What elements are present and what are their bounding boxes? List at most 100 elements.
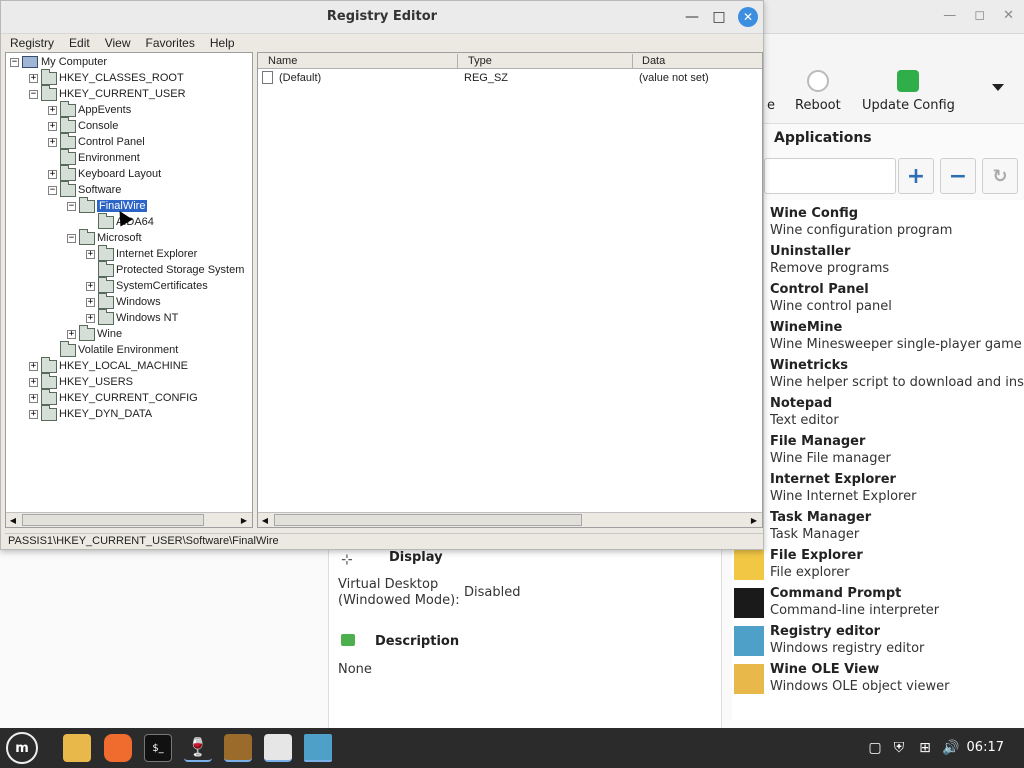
expand-icon[interactable]: + bbox=[86, 281, 95, 291]
network-icon[interactable]: ⊞ bbox=[916, 739, 934, 757]
scroll-left-icon[interactable]: ◀ bbox=[258, 513, 272, 527]
scroll-right-icon[interactable]: ▶ bbox=[747, 513, 761, 527]
remove-application-button[interactable]: − bbox=[940, 158, 976, 194]
menu-favorites[interactable]: Favorites bbox=[136, 34, 200, 52]
expand-icon[interactable]: + bbox=[86, 297, 95, 307]
values-scroll-thumb[interactable] bbox=[274, 514, 582, 526]
list-item[interactable]: Wine Config Wine configuration program bbox=[770, 206, 1024, 244]
list-item[interactable]: Registry editor Windows registry editor bbox=[770, 624, 1024, 662]
reboot-icon bbox=[806, 70, 829, 92]
expand-icon[interactable]: + bbox=[29, 361, 38, 371]
expand-icon[interactable]: + bbox=[86, 249, 95, 259]
files-icon[interactable] bbox=[63, 734, 91, 762]
virtual-desktop-value: Disabled bbox=[464, 585, 521, 600]
menu-start-icon[interactable]: m bbox=[6, 732, 38, 764]
collapse-icon[interactable]: − bbox=[67, 201, 76, 211]
display-header: Display bbox=[389, 550, 443, 565]
expand-icon[interactable]: + bbox=[29, 73, 38, 83]
list-item[interactable]: Task Manager Task Manager bbox=[770, 510, 1024, 548]
terminal-icon[interactable]: $_ bbox=[144, 734, 172, 762]
list-item[interactable]: Notepad Text editor bbox=[770, 396, 1024, 434]
tree-node[interactable]: + HKEY_CURRENT_CONFIG bbox=[29, 388, 198, 406]
dropdown-arrow-icon[interactable] bbox=[992, 84, 1004, 91]
scroll-right-icon[interactable]: ▶ bbox=[237, 513, 251, 527]
tree-node[interactable]: Volatile Environment bbox=[48, 340, 178, 358]
tree-node[interactable]: + HKEY_LOCAL_MACHINE bbox=[29, 356, 188, 374]
firefox-icon[interactable] bbox=[104, 734, 132, 762]
folder-icon bbox=[60, 100, 76, 117]
wine-glasses-icon[interactable]: 🍷 bbox=[184, 734, 212, 762]
column-type[interactable]: Type bbox=[468, 55, 492, 67]
collapse-icon[interactable]: − bbox=[67, 233, 76, 243]
maximize-button[interactable]: □ bbox=[709, 7, 729, 27]
menu-edit[interactable]: Edit bbox=[59, 34, 95, 52]
tree-node[interactable]: + Wine bbox=[67, 324, 122, 342]
expand-icon[interactable]: + bbox=[48, 169, 57, 179]
expand-icon[interactable]: + bbox=[48, 137, 57, 147]
tree-node[interactable]: + Console bbox=[48, 116, 118, 134]
expand-icon[interactable]: + bbox=[86, 313, 95, 323]
collapse-icon[interactable]: − bbox=[10, 57, 19, 67]
expand-icon[interactable]: + bbox=[48, 121, 57, 131]
tree-node[interactable]: + HKEY_CLASSES_ROOT bbox=[29, 68, 184, 86]
list-item[interactable]: Control Panel Wine control panel bbox=[770, 282, 1024, 320]
list-item[interactable]: Winetricks Wine helper script to download… bbox=[770, 358, 1024, 396]
volume-icon[interactable]: 🔊 bbox=[942, 739, 960, 757]
tree-node[interactable]: − My Computer bbox=[10, 54, 107, 70]
wine-notepad-icon[interactable] bbox=[264, 734, 292, 762]
expand-icon[interactable]: + bbox=[29, 377, 38, 387]
column-data[interactable]: Data bbox=[642, 55, 665, 67]
minimize-button[interactable]: — bbox=[682, 7, 702, 27]
applications-search-input[interactable] bbox=[764, 158, 896, 194]
tree-node[interactable]: Protected Storage System bbox=[86, 260, 244, 278]
refresh-green-icon bbox=[897, 70, 920, 92]
folder-icon bbox=[41, 372, 57, 389]
expand-icon[interactable]: + bbox=[29, 409, 38, 419]
registry-tree-pane[interactable]: − My Computer + HKEY_CLASSES_ROOT − HKEY_CURR… bbox=[5, 52, 253, 528]
close-button[interactable]: ✕ bbox=[738, 7, 758, 27]
collapse-icon[interactable]: − bbox=[48, 185, 57, 195]
tree-horizontal-scrollbar[interactable]: ◀ ▶ bbox=[6, 512, 252, 527]
tree-node-label: Internet Explorer bbox=[116, 248, 198, 260]
scroll-left-icon[interactable]: ◀ bbox=[6, 513, 20, 527]
update-config-button[interactable]: Update Config bbox=[862, 70, 955, 113]
app-title: Internet Explorer bbox=[770, 472, 896, 487]
list-item[interactable]: Uninstaller Remove programs bbox=[770, 244, 1024, 282]
list-item[interactable]: WineMine Wine Minesweeper single-player g… bbox=[770, 320, 1024, 358]
reboot-button[interactable]: Reboot bbox=[795, 70, 841, 113]
menu-registry[interactable]: Registry bbox=[1, 34, 59, 52]
tree-node[interactable]: + Windows NT bbox=[86, 308, 178, 326]
registry-editor-taskbar-icon[interactable] bbox=[304, 734, 332, 762]
column-name[interactable]: Name bbox=[268, 55, 297, 67]
list-item[interactable]: File Explorer File explorer bbox=[770, 548, 1024, 586]
wine-app-icon[interactable] bbox=[224, 734, 252, 762]
list-item[interactable]: Internet Explorer Wine Internet Explorer bbox=[770, 472, 1024, 510]
tree-node[interactable]: + HKEY_DYN_DATA bbox=[29, 404, 152, 422]
clipboard-icon[interactable]: ▢ bbox=[866, 739, 884, 757]
tree-scroll-thumb[interactable] bbox=[22, 514, 204, 526]
refresh-applications-button[interactable]: ↻ bbox=[982, 158, 1018, 194]
shield-icon[interactable]: ⛨ bbox=[890, 739, 908, 757]
expand-icon[interactable]: + bbox=[29, 393, 38, 403]
list-item[interactable]: Wine OLE View Windows OLE object viewer bbox=[770, 662, 1024, 700]
list-item[interactable]: File Manager Wine File manager bbox=[770, 434, 1024, 472]
expand-icon[interactable]: + bbox=[67, 329, 76, 339]
add-application-button[interactable]: + bbox=[898, 158, 934, 194]
tree-node[interactable]: − FinalWire bbox=[67, 196, 148, 214]
expand-icon[interactable]: + bbox=[48, 105, 57, 115]
value-row[interactable]: (Default) REG_SZ (value not set) bbox=[258, 70, 762, 86]
registry-editor-titlebar[interactable]: Registry Editor — □ ✕ bbox=[1, 1, 763, 34]
maximize-icon[interactable]: ◻ bbox=[974, 8, 985, 23]
collapse-icon[interactable]: − bbox=[29, 89, 38, 99]
registry-values-pane[interactable]: Name Type Data (Default) REG_SZ (value n… bbox=[257, 52, 763, 528]
list-item[interactable]: Command Prompt Command-line interpreter bbox=[770, 586, 1024, 624]
menu-help[interactable]: Help bbox=[200, 34, 240, 52]
close-icon[interactable]: ✕ bbox=[1003, 8, 1014, 23]
tree-node[interactable]: − HKEY_CURRENT_USER bbox=[29, 84, 186, 102]
menu-view[interactable]: View bbox=[95, 34, 136, 52]
values-horizontal-scrollbar[interactable]: ◀ ▶ bbox=[258, 512, 762, 527]
app-title: Command Prompt bbox=[770, 586, 902, 601]
minimize-icon[interactable]: — bbox=[943, 8, 956, 23]
tree-node-label: SystemCertificates bbox=[116, 280, 208, 292]
clock[interactable]: 06:17 bbox=[967, 740, 1004, 755]
